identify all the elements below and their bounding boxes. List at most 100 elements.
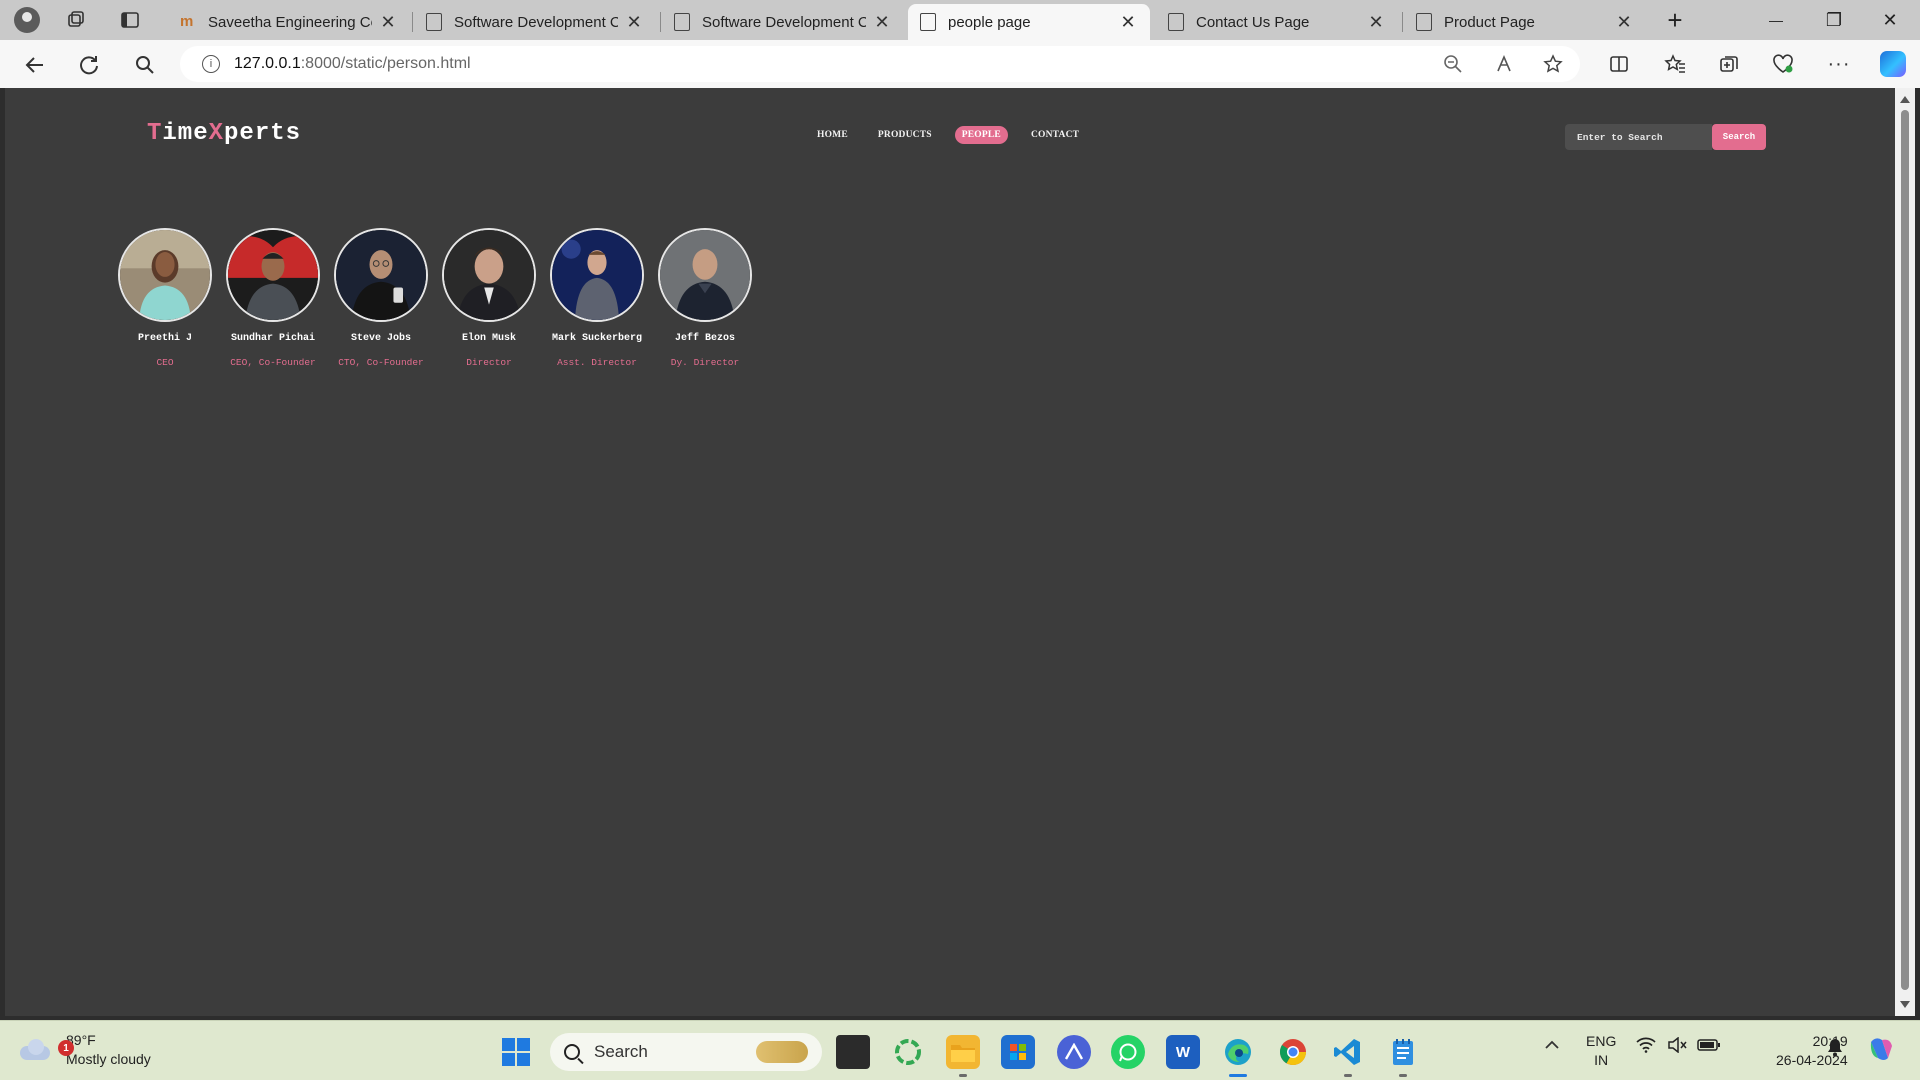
person-name: Mark Suckerberg [551, 333, 642, 344]
more-options-icon[interactable]: ··· [1826, 50, 1852, 78]
lang-code: ENG [1586, 1033, 1617, 1049]
person-role: Asst. Director [557, 357, 637, 368]
browser-tab[interactable]: Software Development C ✕ [414, 4, 656, 40]
notification-bell-icon[interactable] [1826, 1037, 1844, 1061]
file-explorer-icon[interactable] [946, 1035, 980, 1069]
app-icon[interactable] [1057, 1035, 1091, 1069]
site-logo[interactable]: TimeXperts [147, 120, 301, 147]
person-name: Jeff Bezos [674, 333, 735, 344]
avatar [334, 228, 428, 322]
person-name: Sundhar Pichai [230, 333, 315, 344]
scroll-down-icon[interactable] [1900, 1001, 1910, 1008]
person-role: CTO, Co-Founder [338, 357, 424, 368]
zoom-out-icon[interactable] [1440, 50, 1466, 78]
copilot-icon[interactable] [1880, 51, 1906, 77]
address-bar-row: i 127.0.0.1:8000/static/person.html [0, 40, 1920, 88]
new-tab-button[interactable]: + [1648, 0, 1702, 40]
taskbar-search[interactable]: Search [550, 1033, 822, 1071]
volume-muted-icon[interactable] [1667, 1036, 1687, 1057]
tab-title: Saveetha Engineering Co [208, 13, 372, 31]
url-field[interactable]: i 127.0.0.1:8000/static/person.html [180, 46, 1580, 82]
browser-essentials-icon[interactable] [1770, 50, 1796, 78]
word-icon[interactable]: W [1166, 1035, 1200, 1069]
person-card: Jeff Bezos Dy. Director [651, 228, 759, 368]
person-name: Preethi J [137, 333, 192, 344]
wifi-icon[interactable] [1636, 1037, 1656, 1057]
tab-actions-icon[interactable] [118, 8, 142, 32]
store-icon[interactable] [1001, 1035, 1035, 1069]
region-code: IN [1594, 1052, 1609, 1068]
close-icon[interactable]: ✕ [1366, 12, 1386, 33]
close-icon[interactable]: ✕ [378, 12, 398, 33]
weather-widget[interactable]: 1 89°F Mostly cloudy [18, 1031, 151, 1069]
avatar [118, 228, 212, 322]
refresh-icon[interactable] [76, 52, 102, 78]
cloud-icon [18, 1038, 52, 1062]
person-role: CEO, Co-Founder [230, 357, 316, 368]
page-icon [1416, 13, 1432, 31]
chrome-icon[interactable] [1276, 1035, 1310, 1069]
vscode-icon[interactable] [1331, 1035, 1365, 1069]
copilot-ring-icon[interactable] [891, 1035, 925, 1069]
browser-tab[interactable]: Product Page ✕ [1404, 4, 1646, 40]
page-icon [426, 13, 442, 31]
search-button[interactable]: Search [1712, 124, 1766, 150]
scroll-thumb[interactable] [1901, 110, 1909, 990]
avatar [550, 228, 644, 322]
favorite-star-icon[interactable] [1540, 50, 1566, 78]
chevron-up-icon[interactable] [1544, 1037, 1560, 1057]
browser-tab[interactable]: m Saveetha Engineering Co ✕ [168, 4, 410, 40]
close-icon[interactable]: ✕ [624, 12, 644, 33]
person-name: Steve Jobs [350, 333, 411, 344]
nav-people[interactable]: PEOPLE [954, 126, 1008, 144]
search-icon[interactable] [132, 52, 158, 78]
collections-icon[interactable] [1716, 50, 1742, 78]
people-list: Preethi J CEO Sundhar Pichai CEO, Co-Fou… [111, 228, 759, 368]
close-icon[interactable]: ✕ [872, 12, 892, 33]
brand-icon: m [180, 13, 194, 30]
browser-tab[interactable]: Software Development C ✕ [662, 4, 904, 40]
main-nav: HOME PRODUCTS PEOPLE CONTACT [810, 124, 1102, 146]
edge-browser-icon[interactable] [1221, 1035, 1255, 1069]
notepad-icon[interactable] [1386, 1035, 1420, 1069]
copilot-taskbar-icon[interactable] [1866, 1034, 1896, 1068]
read-aloud-icon[interactable] [1492, 50, 1518, 78]
tab-title: people page [948, 13, 1031, 31]
nav-products[interactable]: PRODUCTS [871, 126, 939, 144]
person-role: CEO [156, 357, 174, 368]
page-icon [920, 13, 936, 31]
search-input[interactable] [1565, 124, 1712, 150]
task-view-icon[interactable] [836, 1035, 870, 1069]
window-close-button[interactable]: ✕ [1862, 0, 1918, 40]
restore-button[interactable]: ❐ [1806, 0, 1862, 40]
workspaces-icon[interactable] [64, 8, 88, 32]
site-search: Search [1565, 124, 1766, 150]
scroll-up-icon[interactable] [1900, 96, 1910, 103]
back-arrow-icon[interactable] [22, 52, 48, 78]
person-card: Preethi J CEO [111, 228, 219, 368]
minimize-button[interactable]: — [1748, 0, 1804, 40]
avatar [442, 228, 536, 322]
close-icon[interactable]: ✕ [1118, 12, 1138, 33]
nav-contact[interactable]: CONTACT [1024, 126, 1086, 144]
whatsapp-icon[interactable] [1111, 1035, 1145, 1069]
nav-home[interactable]: HOME [810, 126, 855, 144]
url-path: :8000/static/person.html [300, 55, 471, 72]
temperature: 89°F [66, 1032, 96, 1048]
browser-tab[interactable]: Contact Us Page ✕ [1156, 4, 1398, 40]
site-info-icon[interactable]: i [202, 55, 220, 73]
battery-icon[interactable] [1697, 1037, 1721, 1057]
windows-start-icon[interactable] [502, 1038, 530, 1066]
vertical-scrollbar[interactable] [1895, 88, 1915, 1016]
favorites-icon[interactable] [1662, 50, 1688, 78]
browser-tab-active[interactable]: people page ✕ [908, 4, 1150, 40]
language-indicator[interactable]: ENG IN [1586, 1032, 1616, 1070]
page-viewport: TimeXperts HOME PRODUCTS PEOPLE CONTACT … [5, 88, 1895, 1016]
close-icon[interactable]: ✕ [1614, 12, 1634, 33]
tab-title: Product Page [1444, 13, 1535, 31]
profile-icon[interactable] [14, 7, 40, 33]
split-screen-icon[interactable] [1606, 50, 1632, 78]
logo-text: perts [224, 120, 302, 147]
person-role: Dy. Director [670, 357, 740, 368]
search-highlight-image [756, 1041, 808, 1063]
